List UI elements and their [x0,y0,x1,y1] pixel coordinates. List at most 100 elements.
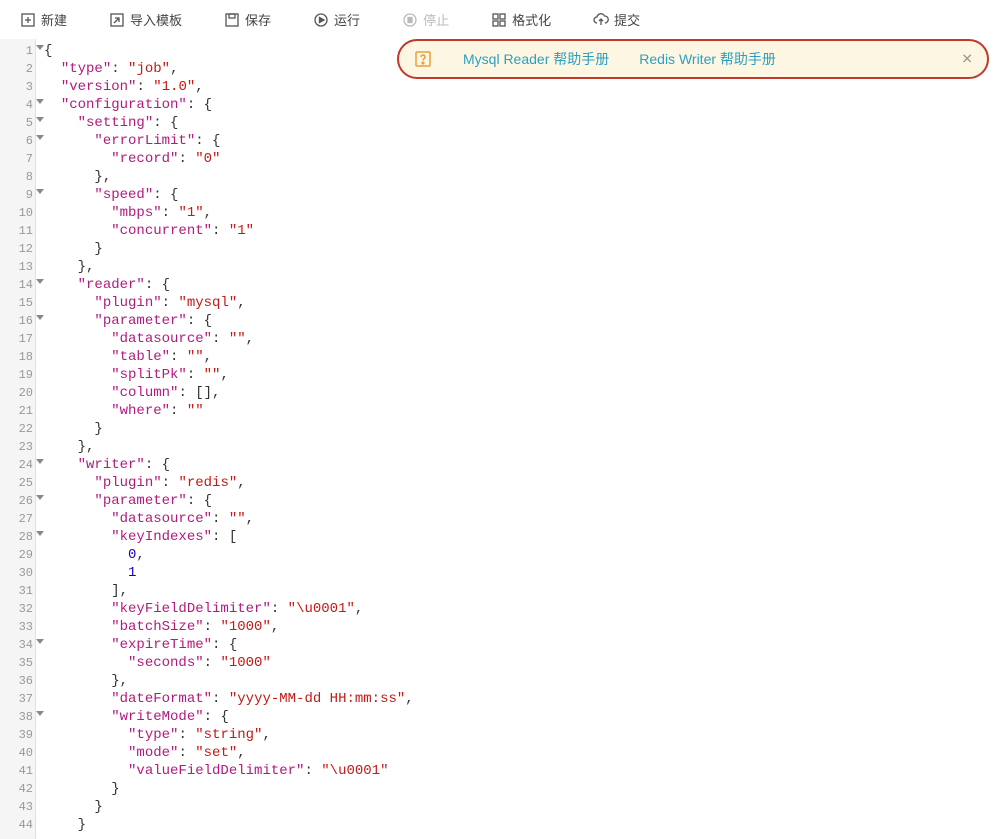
code-line[interactable]: "writer": { [44,456,997,474]
run-label: 运行 [334,10,360,29]
code-line[interactable]: "type": "string", [44,726,997,744]
line-number: 19 [0,366,35,384]
code-line[interactable]: "setting": { [44,114,997,132]
line-number: 36 [0,672,35,690]
code-line[interactable]: "valueFieldDelimiter": "\u0001" [44,762,997,780]
line-number: 16 [0,312,35,330]
fold-toggle-icon[interactable] [36,279,44,284]
code-line[interactable]: "mode": "set", [44,744,997,762]
close-icon[interactable]: ✕ [961,51,973,68]
format-button[interactable]: 格式化 [481,6,561,33]
code-line[interactable]: "concurrent": "1" [44,222,997,240]
code-line[interactable]: "parameter": { [44,312,997,330]
stop-button: 停止 [392,6,459,33]
fold-toggle-icon[interactable] [36,117,44,122]
code-line[interactable]: "where": "" [44,402,997,420]
line-number: 35 [0,654,35,672]
line-number: 20 [0,384,35,402]
line-number: 1 [0,42,35,60]
line-number: 25 [0,474,35,492]
line-number: 26 [0,492,35,510]
code-line[interactable]: 1 [44,564,997,582]
line-number: 23 [0,438,35,456]
code-line[interactable]: "plugin": "redis", [44,474,997,492]
fold-toggle-icon[interactable] [36,315,44,320]
save-button[interactable]: 保存 [214,6,281,33]
save-icon [224,12,240,28]
import-button[interactable]: 导入模板 [99,6,192,33]
code-line[interactable]: "keyFieldDelimiter": "\u0001", [44,600,997,618]
help-banner: Mysql Reader 帮助手册 Redis Writer 帮助手册 ✕ [397,39,989,79]
code-line[interactable]: "speed": { [44,186,997,204]
fold-toggle-icon[interactable] [36,639,44,644]
line-number: 40 [0,744,35,762]
line-number: 13 [0,258,35,276]
code-line[interactable]: }, [44,672,997,690]
code-line[interactable]: } [44,420,997,438]
fold-toggle-icon[interactable] [36,459,44,464]
redis-writer-help-link[interactable]: Redis Writer 帮助手册 [639,49,776,69]
code-line[interactable]: } [44,798,997,816]
code-line[interactable]: "expireTime": { [44,636,997,654]
code-line[interactable]: } [44,240,997,258]
code-line[interactable]: "seconds": "1000" [44,654,997,672]
fold-toggle-icon[interactable] [36,189,44,194]
line-number: 10 [0,204,35,222]
submit-button[interactable]: 提交 [583,6,650,33]
save-label: 保存 [245,10,271,29]
code-line[interactable]: } [44,780,997,798]
line-number: 41 [0,762,35,780]
code-line[interactable]: "datasource": "", [44,330,997,348]
plus-square-icon [20,12,36,28]
code-line[interactable]: "table": "", [44,348,997,366]
line-number: 33 [0,618,35,636]
line-number: 39 [0,726,35,744]
code-line[interactable]: "datasource": "", [44,510,997,528]
code-line[interactable]: "batchSize": "1000", [44,618,997,636]
fold-toggle-icon[interactable] [36,711,44,716]
fold-toggle-icon[interactable] [36,45,44,50]
line-number: 38 [0,708,35,726]
line-number: 29 [0,546,35,564]
code-line[interactable]: "version": "1.0", [44,78,997,96]
code-line[interactable]: "writeMode": { [44,708,997,726]
code-line[interactable]: "reader": { [44,276,997,294]
code-line[interactable]: "column": [], [44,384,997,402]
line-number: 18 [0,348,35,366]
code-line[interactable]: } [44,816,997,834]
fold-toggle-icon[interactable] [36,531,44,536]
fold-toggle-icon[interactable] [36,495,44,500]
line-number: 7 [0,150,35,168]
code-line[interactable]: ], [44,582,997,600]
code-line[interactable]: "errorLimit": { [44,132,997,150]
code-editor[interactable]: 1234567891011121314151617181920212223242… [0,39,997,839]
code-line[interactable]: "keyIndexes": [ [44,528,997,546]
code-line[interactable]: "record": "0" [44,150,997,168]
new-button[interactable]: 新建 [10,6,77,33]
line-number: 9 [0,186,35,204]
line-number: 34 [0,636,35,654]
mysql-reader-help-link[interactable]: Mysql Reader 帮助手册 [463,49,609,69]
line-number: 43 [0,798,35,816]
code-line[interactable]: "mbps": "1", [44,204,997,222]
line-number: 28 [0,528,35,546]
stop-icon [402,12,418,28]
code-line[interactable]: "parameter": { [44,492,997,510]
code-line[interactable]: "splitPk": "", [44,366,997,384]
code-area[interactable]: { "type": "job", "version": "1.0", "conf… [36,39,997,839]
code-line[interactable]: "configuration": { [44,96,997,114]
code-line[interactable]: }, [44,258,997,276]
code-line[interactable]: }, [44,438,997,456]
line-number: 17 [0,330,35,348]
code-line[interactable]: "dateFormat": "yyyy-MM-dd HH:mm:ss", [44,690,997,708]
new-label: 新建 [41,10,67,29]
code-line[interactable]: "plugin": "mysql", [44,294,997,312]
run-button[interactable]: 运行 [303,6,370,33]
fold-toggle-icon[interactable] [36,99,44,104]
line-number: 44 [0,816,35,834]
code-line[interactable]: }, [44,168,997,186]
import-label: 导入模板 [130,10,182,29]
fold-toggle-icon[interactable] [36,135,44,140]
line-number: 4 [0,96,35,114]
code-line[interactable]: 0, [44,546,997,564]
